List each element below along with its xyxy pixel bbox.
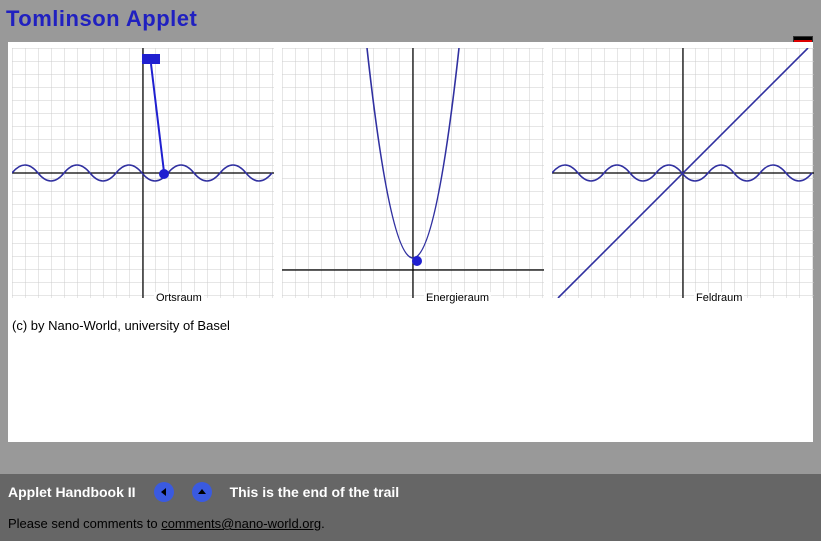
comments-email-link[interactable]: comments@nano-world.org [161,516,321,531]
tip-marker [159,169,169,179]
applet-canvas: Ortsraum Energieraum Feldraum [8,42,813,442]
panel-label-feldraum: Feldraum [694,292,744,304]
panel-feldraum[interactable]: Feldraum [552,48,814,308]
copyright-text: (c) by Nano-World, university of Basel [8,308,813,343]
panel-ortsraum[interactable]: Ortsraum [12,48,274,308]
nav-back-icon[interactable] [154,482,174,502]
footer: Applet Handbook II This is the end of th… [0,474,821,541]
panel-label-energieraum: Energieraum [424,292,491,304]
page-title: Tomlinson Applet [6,6,815,32]
tip-support [142,54,160,64]
energy-marker [412,256,422,266]
panel-label-ortsraum: Ortsraum [154,292,204,304]
panel-energieraum[interactable]: Energieraum [282,48,544,308]
handbook-label: Applet Handbook II [8,484,136,500]
comments-line: Please send comments to comments@nano-wo… [8,516,813,531]
nav-up-icon[interactable] [192,482,212,502]
trail-end-text: This is the end of the trail [230,484,400,500]
